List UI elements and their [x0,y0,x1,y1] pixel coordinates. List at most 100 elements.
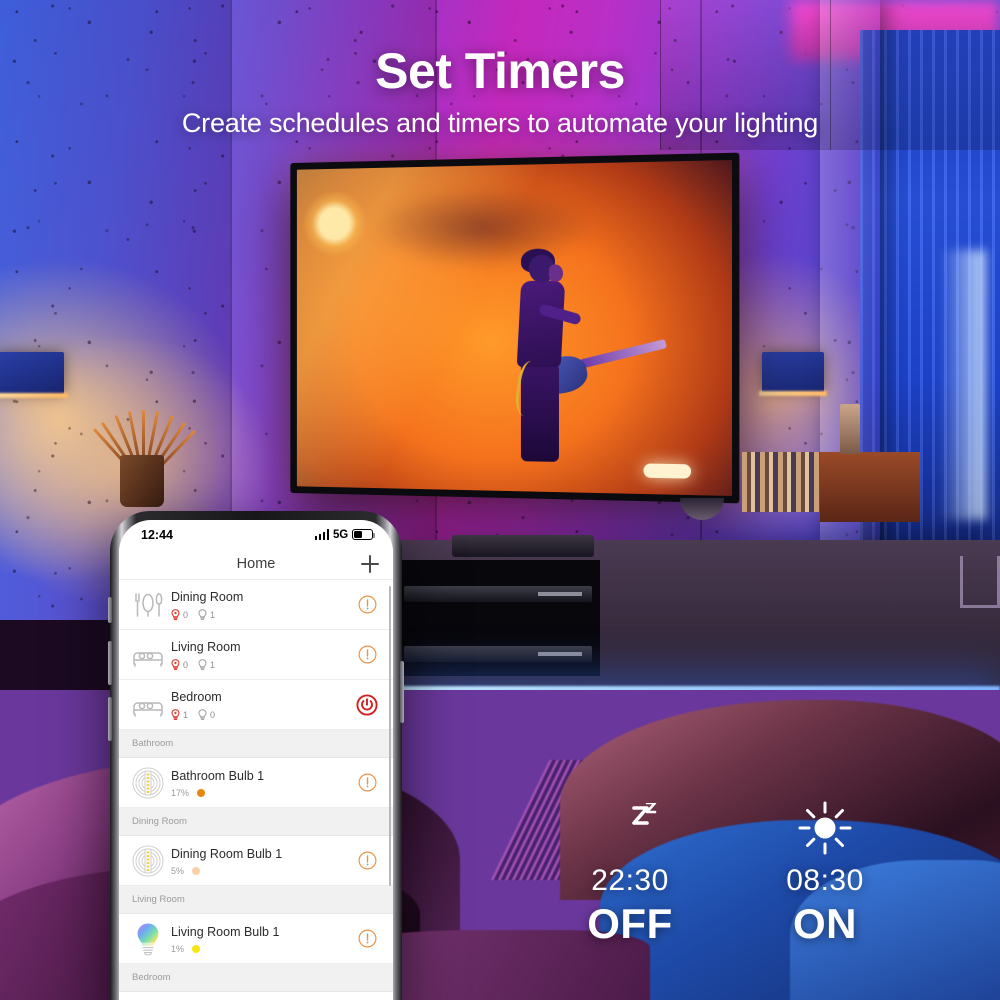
timer-callouts: 22:30 OFF 08:30 ON [540,800,940,980]
lights-off-count: 1 [198,609,215,621]
device-name: Dining Room Bulb 1 [171,847,283,861]
room-row[interactable]: Dining Room 0 1 [119,580,393,630]
television [290,152,740,504]
lights-on-count: 0 [171,609,188,621]
soundbar [452,535,594,557]
books [742,452,822,512]
wall-lamp-right [762,352,824,392]
window-glow [940,250,986,520]
lights-on-count: 1 [171,709,188,721]
color-swatch [197,789,206,797]
cutlery-icon [135,592,163,617]
light-strip-icon [131,766,165,800]
phone-screen: 12:44 5G Home Dining Room 0 1 Living Roo… [119,520,393,1000]
alert-icon [358,773,376,792]
mute-switch[interactable] [108,597,112,623]
status-bar: 12:44 5G [119,520,393,549]
alert-icon [358,851,376,870]
smartphone-mockup: 12:44 5G Home Dining Room 0 1 Living Roo… [108,511,404,1000]
bulb-off-icon [198,659,207,670]
timer-time: 22:30 [591,864,669,897]
bed-icon [133,701,163,717]
power-icon [356,693,378,716]
device-list[interactable]: Dining Room 0 1 Living Room 0 1 Bedroom … [119,579,393,1000]
alert-icon[interactable] [355,773,379,792]
timer-off: 22:30 OFF [540,800,720,948]
color-swatch [192,945,201,953]
bed-icon [131,638,165,672]
timer-on: 08:30 ON [735,800,915,948]
color-bulb-icon [137,923,159,956]
device-row[interactable]: Bathroom Bulb 1 17% [119,758,393,808]
device-name: Bathroom Bulb 1 [171,769,265,783]
color-swatch [192,867,201,875]
power-button[interactable] [400,661,404,723]
moon-zzz-icon [540,800,720,856]
page-subtitle: Create schedules and timers to automate … [181,108,819,138]
device-name: Living Room Bulb 1 [171,925,280,939]
room-name: Bedroom [171,690,222,704]
status-time: 12:44 [141,527,173,542]
alert-icon[interactable] [355,851,379,870]
plus-icon[interactable] [361,555,379,573]
light-strip-icon [132,767,164,798]
lights-off-count: 1 [198,659,215,671]
room-name: Living Room [171,640,241,654]
timer-state: OFF [587,900,673,947]
room-row[interactable]: Bedroom 1 0 [119,680,393,730]
page-title-home: Home [236,556,276,572]
section-header: Bedroom [119,964,393,992]
light-strip-icon [131,844,165,878]
alert-icon[interactable] [355,595,379,614]
side-table [820,452,920,522]
timer-time: 08:30 [786,864,864,897]
brightness-value: 17% [171,788,190,798]
alert-icon [358,929,376,948]
app-nav-bar: Home [119,549,393,579]
alert-icon[interactable] [355,645,379,664]
section-header: Living Room [119,886,393,914]
bulb-off-icon [198,709,207,720]
stage-light [643,463,691,479]
brightness-value: 1% [171,944,185,954]
bulb-on-icon [171,709,180,720]
signal-bars-icon [314,529,330,540]
device-row[interactable]: Dining Room Bulb 1 5% [119,836,393,886]
power-icon[interactable] [355,693,379,716]
volume-down-button[interactable] [108,697,112,741]
scrollbar[interactable] [388,586,391,886]
wall-lamp-left [0,352,64,394]
room-name: Dining Room [171,590,244,604]
bulb-on-icon [171,659,180,670]
bed-icon [131,688,165,722]
alert-icon [358,595,376,614]
bulb-off-icon [198,609,207,620]
color-bulb-icon [131,922,165,956]
bed-icon [133,651,163,667]
light-strip-icon [132,845,164,876]
sun-icon [735,800,915,856]
room-row[interactable]: Living Room 0 1 [119,630,393,680]
lights-off-count: 0 [198,709,215,721]
av-device [404,646,592,662]
tv-screen [296,160,733,496]
network-label: 5G [333,528,348,541]
section-header: Dining Room [119,808,393,836]
device-row[interactable]: Living Room Bulb 1 1% [119,914,393,964]
timer-state: ON [793,900,857,947]
lights-on-count: 0 [171,659,188,671]
bulb-on-icon [171,609,180,620]
guitarist-silhouette [495,248,667,464]
alert-icon[interactable] [355,929,379,948]
alert-icon [358,645,376,664]
stool [960,556,1000,608]
plant-vase [120,455,164,507]
page-title: Set Timers [375,43,625,99]
cutlery-icon [131,588,165,622]
volume-up-button[interactable] [108,641,112,685]
battery-icon [352,529,376,540]
av-device [404,586,592,602]
bottle [840,404,860,454]
brightness-value: 5% [171,866,185,876]
section-header: Bathroom [119,730,393,758]
